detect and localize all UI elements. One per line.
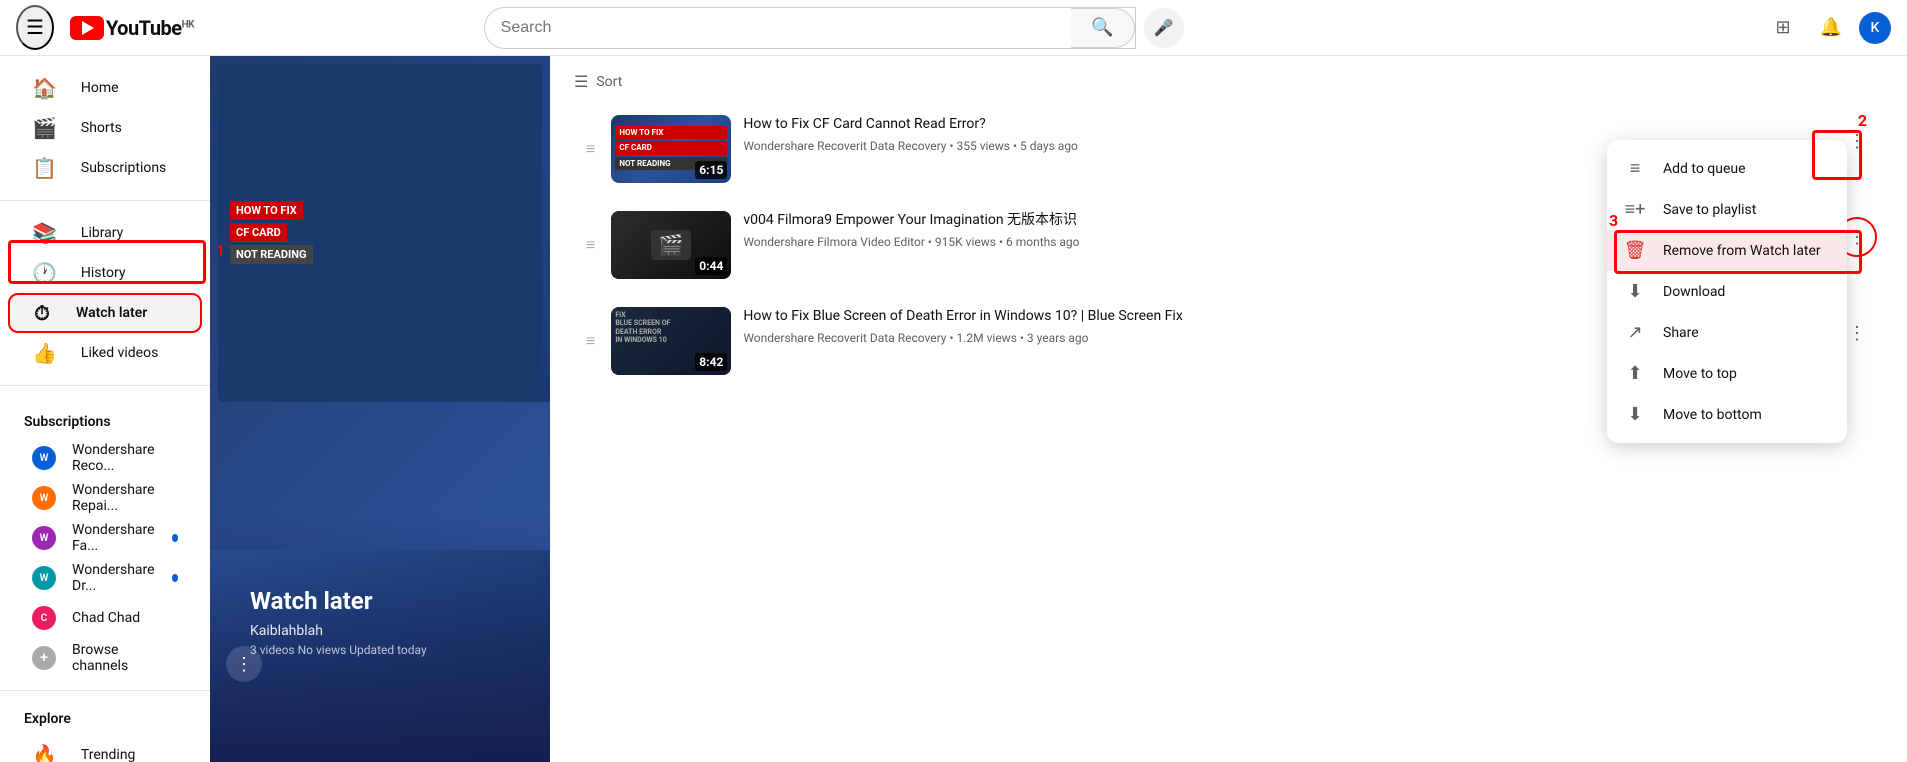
shorts-icon: 🎬	[32, 116, 57, 140]
sidebar-divider-3	[0, 690, 210, 691]
sidebar-item-trending[interactable]: 🔥 Trending	[8, 735, 202, 762]
search-button[interactable]: 🔍	[1071, 8, 1135, 48]
drag-handle-2[interactable]: ≡	[582, 235, 599, 255]
sidebar-item-subscriptions[interactable]: 📋 Subscriptions	[8, 148, 202, 188]
hamburger-menu-button[interactable]: ☰	[16, 5, 54, 50]
three-dots-icon-3: ⋮	[1848, 323, 1866, 344]
sidebar-sub-chad-chad[interactable]: C Chad Chad	[8, 598, 202, 638]
move-top-icon: ⬆	[1623, 363, 1647, 384]
notifications-button[interactable]: 🔔	[1811, 8, 1851, 48]
playlist-panel: HOW TO FIX CF CARD NOT READING Watch lat…	[210, 56, 550, 762]
sidebar-item-liked-videos[interactable]: 👍 Liked videos	[8, 333, 202, 373]
microphone-icon: 🎤	[1154, 18, 1174, 38]
search-bar: 🔍	[484, 7, 1136, 49]
video-thumb-3[interactable]: FIXBLUE SCREEN OFDEATH ERRORIN WINDOWS 1…	[611, 307, 731, 375]
home-icon: 🏠	[32, 76, 57, 100]
bell-icon: 🔔	[1820, 17, 1842, 38]
menu-item-move-top[interactable]: ⬆ Move to top	[1607, 353, 1847, 394]
move-bottom-icon: ⬇	[1623, 404, 1647, 425]
sidebar-item-home[interactable]: 🏠 Home	[8, 68, 202, 108]
menu-item-remove-watch-later[interactable]: 🗑 Remove from Watch later	[1607, 230, 1847, 271]
video-duration-2: 0:44	[695, 257, 727, 275]
chad-chad-avatar: C	[32, 606, 56, 630]
menu-item-download[interactable]: ⬇ Download	[1607, 271, 1847, 312]
video-thumb-2[interactable]: 🎬 0:44	[611, 211, 731, 279]
sidebar-sub-wondershare-reco[interactable]: W Wondershare Reco...	[8, 438, 202, 478]
download-icon: ⬇	[1623, 281, 1647, 302]
sidebar: 🏠 Home 🎬 Shorts 📋 Subscriptions 📚 Librar…	[0, 56, 210, 762]
menu-item-save-playlist[interactable]: ≡+ Save to playlist	[1607, 189, 1847, 230]
history-icon: 🕐	[32, 261, 57, 285]
playlist-author: Kaiblahblah	[250, 623, 510, 639]
sidebar-sub-wondershare-repai[interactable]: W Wondershare Repai...	[8, 478, 202, 518]
subscriptions-section-title: Subscriptions	[0, 398, 210, 438]
sort-bar[interactable]: ☰ Sort	[574, 72, 1883, 91]
sort-label: Sort	[596, 74, 622, 90]
drag-handle-1[interactable]: ≡	[582, 139, 599, 159]
voice-search-button[interactable]: 🎤	[1144, 8, 1184, 48]
menu-item-add-queue[interactable]: ≡ Add to queue	[1607, 148, 1847, 189]
sidebar-browse-channels[interactable]: + Browse channels	[8, 638, 202, 678]
liked-videos-icon: 👍	[32, 341, 57, 365]
watch-later-icon: ⏱	[32, 301, 52, 325]
new-indicator-2	[172, 574, 178, 582]
three-dots-icon-1: ⋮	[1848, 131, 1866, 152]
sidebar-divider-2	[0, 385, 210, 386]
youtube-logo-text: YouTubeHK	[106, 16, 194, 40]
sidebar-item-shorts[interactable]: 🎬 Shorts	[8, 108, 202, 148]
menu-item-share[interactable]: ↗ Share	[1607, 312, 1847, 353]
wondershare-repai-avatar: W	[32, 486, 56, 510]
sidebar-item-history[interactable]: 🕐 History	[8, 253, 202, 293]
menu-item-move-bottom[interactable]: ⬇ Move to bottom	[1607, 394, 1847, 435]
search-icon: 🔍	[1091, 17, 1113, 38]
youtube-logo[interactable]: YouTubeHK	[70, 16, 194, 40]
playlist-title: Watch later	[250, 587, 510, 615]
wondershare-reco-avatar: W	[32, 446, 56, 470]
add-queue-icon: ≡	[1623, 158, 1647, 179]
save-playlist-icon: ≡+	[1623, 199, 1647, 220]
share-icon: ↗	[1623, 322, 1647, 343]
wondershare-dr-avatar: W	[32, 566, 56, 590]
sidebar-item-library[interactable]: 📚 Library	[8, 213, 202, 253]
trending-icon: 🔥	[32, 743, 57, 762]
sidebar-divider-1	[0, 200, 210, 201]
create-video-button[interactable]: ⊞	[1763, 8, 1803, 48]
sidebar-sub-wondershare-dr[interactable]: W Wondershare Dr...	[8, 558, 202, 598]
user-avatar[interactable]: K	[1859, 12, 1891, 44]
sort-icon: ☰	[574, 72, 588, 91]
playlist-meta: 3 videos No views Updated today	[250, 643, 510, 657]
new-indicator	[172, 534, 178, 542]
sidebar-sub-wondershare-fa[interactable]: W Wondershare Fa...	[8, 518, 202, 558]
context-menu: ≡ Add to queue ≡+ Save to playlist 🗑 Rem…	[1607, 140, 1847, 443]
video-duration-3: 8:42	[695, 353, 727, 371]
explore-title: Explore	[0, 703, 210, 735]
wondershare-fa-avatar: W	[32, 526, 56, 550]
video-duration-1: 6:15	[695, 161, 727, 179]
three-dots-icon-2: ⋮	[1848, 227, 1866, 248]
trash-icon: 🗑	[1623, 240, 1647, 261]
playlist-info: Watch later Kaiblahblah 3 videos No view…	[234, 571, 526, 689]
create-icon: ⊞	[1775, 17, 1790, 38]
library-icon: 📚	[32, 221, 57, 245]
video-thumb-1[interactable]: HOW TO FIX CF CARD NOT READING 6:15	[611, 115, 731, 183]
playlist-video-thumb: HOW TO FIX CF CARD NOT READING	[210, 56, 550, 550]
video-title-1: How to Fix CF Card Cannot Read Error?	[743, 115, 1827, 135]
sidebar-item-watch-later[interactable]: ⏱ Watch later	[8, 293, 202, 333]
search-input[interactable]	[485, 8, 1071, 48]
subscriptions-icon: 📋	[32, 156, 57, 180]
browse-channels-icon: +	[32, 646, 56, 670]
youtube-logo-icon	[70, 16, 104, 40]
drag-handle-3[interactable]: ≡	[582, 331, 599, 351]
